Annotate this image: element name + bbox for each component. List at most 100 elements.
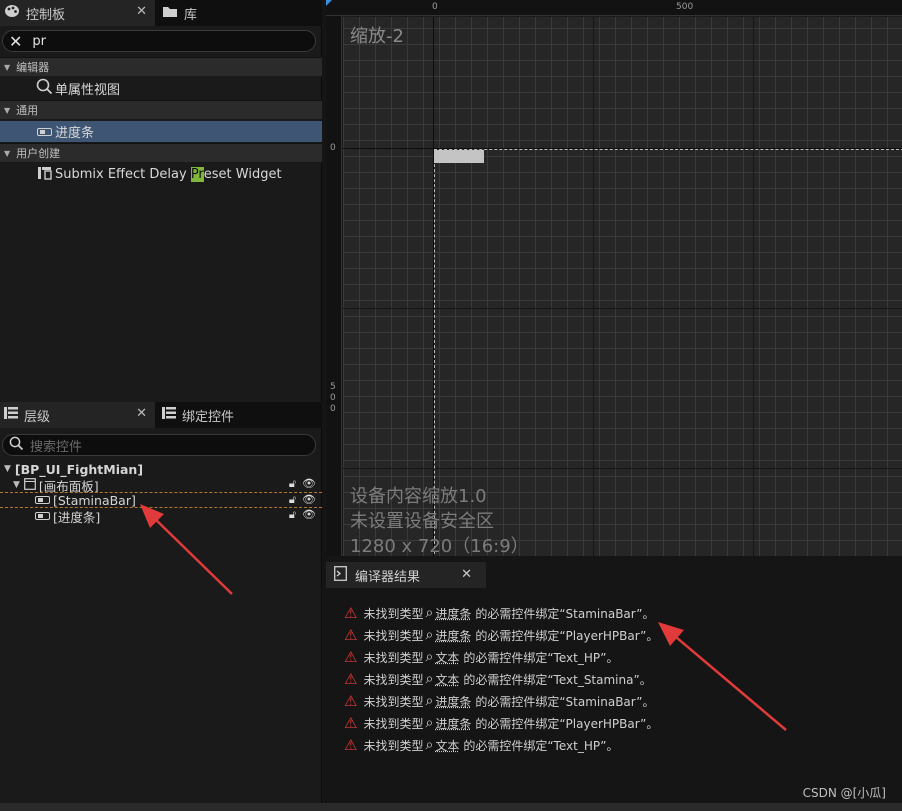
tab-palette[interactable]: 控制板 ✕	[0, 0, 155, 26]
tab-hierarchy[interactable]: 层级 ✕	[0, 402, 155, 428]
expand-triangle-icon[interactable]: ▼	[4, 149, 10, 158]
message-suffix: 的必需控件绑定“StaminaBar”。	[475, 606, 655, 621]
type-link[interactable]: 进度条	[435, 627, 471, 644]
zoom-level: 缩放-2	[350, 26, 404, 47]
type-link[interactable]: 文本	[435, 671, 459, 688]
canvas-panel-icon	[24, 477, 36, 493]
ruler-tick-label: 500	[676, 2, 694, 12]
folder-icon	[162, 5, 178, 22]
search-icon[interactable]: ⌕	[425, 649, 433, 665]
message-suffix: 的必需控件绑定“Text_HP”。	[463, 738, 619, 753]
tree-item-label: [进度条]	[53, 509, 101, 525]
compiler-message[interactable]: ⚠ 未找到类型 ⌕ 文本 的必需控件绑定“Text_Stamina”。	[344, 668, 652, 690]
tab-hierarchy-label: 层级	[24, 409, 51, 425]
designer-canvas[interactable]: 0 500 0 5 0 0 缩放-2 设备内容缩放1.0 未设置设备安全区 12…	[326, 0, 902, 556]
palette-item-progress-bar[interactable]: 进度条	[0, 121, 322, 142]
eye-icon[interactable]: 👁︎	[302, 493, 316, 507]
search-icon[interactable]: ⌕	[425, 715, 433, 731]
type-link[interactable]: 文本	[435, 737, 459, 754]
message-suffix: 的必需控件绑定“PlayerHPBar”。	[475, 716, 659, 731]
message-suffix: 的必需控件绑定“StaminaBar”。	[475, 694, 655, 709]
type-link[interactable]: 文本	[435, 649, 459, 666]
close-icon[interactable]: ✕	[136, 4, 147, 19]
collapse-triangle-icon[interactable]: ▼	[4, 464, 11, 474]
magnifier-icon	[36, 78, 53, 99]
warning-icon: ⚠	[344, 714, 358, 732]
bind-widgets-icon	[162, 407, 176, 423]
close-icon[interactable]: ✕	[461, 567, 472, 582]
palette-item-submix-effect-delay-preset-widget[interactable]: Submix Effect Delay Pr eset Widget	[0, 164, 322, 185]
message-prefix: 未找到类型	[363, 694, 424, 709]
section-editor-label: 编辑器	[16, 61, 50, 74]
message-suffix: 的必需控件绑定“Text_Stamina”。	[463, 672, 652, 687]
palette-icon	[4, 4, 20, 22]
search-icon[interactable]: ⌕	[425, 671, 433, 687]
section-common[interactable]: ▼ 通用	[0, 100, 322, 119]
section-user-created[interactable]: ▼ 用户创建	[0, 143, 322, 162]
search-icon	[9, 436, 24, 454]
eye-icon[interactable]: 👁︎	[302, 508, 316, 522]
tab-compiler-results[interactable]: 编译器结果 ✕	[326, 562, 486, 588]
palette-item-label-pre: Submix Effect Delay	[55, 167, 191, 182]
hierarchy-search-input[interactable]: 搜索控件	[2, 434, 316, 456]
collapse-triangle-icon[interactable]: ▼	[13, 480, 20, 490]
section-common-label: 通用	[16, 104, 39, 117]
progress-bar-icon	[37, 127, 52, 136]
search-icon[interactable]: ⌕	[425, 605, 433, 621]
compiler-message[interactable]: ⚠ 未找到类型 ⌕ 进度条 的必需控件绑定“StaminaBar”。	[344, 602, 654, 624]
compiler-message[interactable]: ⚠ 未找到类型 ⌕ 进度条 的必需控件绑定“PlayerHPBar”。	[344, 712, 658, 734]
type-link[interactable]: 进度条	[435, 693, 471, 710]
message-prefix: 未找到类型	[363, 716, 424, 731]
palette-item-label: 单属性视图	[55, 83, 121, 98]
progress-bar-icon	[35, 496, 50, 504]
ruler-tick-label: 0	[330, 143, 336, 153]
palette-item-single-property-view[interactable]: 单属性视图	[0, 78, 322, 99]
type-link[interactable]: 进度条	[435, 715, 471, 732]
tab-library[interactable]: 库	[158, 0, 258, 26]
warning-icon: ⚠	[344, 736, 358, 754]
compiler-message[interactable]: ⚠ 未找到类型 ⌕ 进度条 的必需控件绑定“PlayerHPBar”。	[344, 624, 658, 646]
ruler-tick-label: 0	[330, 393, 336, 403]
tree-item-canvas-panel[interactable]: ▼ [画布面板] 🔓︎ 👁︎	[0, 477, 322, 494]
type-link[interactable]: 进度条	[435, 605, 471, 622]
expand-triangle-icon[interactable]: ▼	[4, 106, 10, 115]
stamina-bar-widget-preview[interactable]	[434, 150, 484, 163]
unlock-icon[interactable]: 🔓︎	[289, 477, 296, 491]
close-icon[interactable]: ✕	[136, 406, 147, 421]
tab-bind-widgets[interactable]: 绑定控件	[158, 402, 298, 428]
left-panel: 控制板 ✕ 库 ✕ pr ▼ 编辑器 单属性视图 ▼ 通用 进度条 ▼ 用户创建…	[0, 0, 322, 811]
unlock-icon[interactable]: 🔓︎	[289, 493, 296, 507]
message-prefix: 未找到类型	[363, 738, 424, 753]
expand-triangle-icon[interactable]: ▼	[4, 63, 10, 72]
device-resolution: 1280 x 720（16:9）	[350, 536, 529, 556]
search-icon[interactable]: ⌕	[425, 627, 433, 643]
unlock-icon[interactable]: 🔓︎	[289, 508, 296, 522]
tree-item-label: [BP_UI_FightMian]	[14, 461, 144, 477]
eye-icon[interactable]: 👁︎	[302, 477, 316, 491]
bottom-status-strip	[0, 803, 902, 811]
message-suffix: 的必需控件绑定“PlayerHPBar”。	[475, 628, 659, 643]
compiler-message[interactable]: ⚠ 未找到类型 ⌕ 文本 的必需控件绑定“Text_HP”。	[344, 734, 619, 756]
compiler-message[interactable]: ⚠ 未找到类型 ⌕ 进度条 的必需控件绑定“StaminaBar”。	[344, 690, 654, 712]
palette-search-input[interactable]: ✕ pr	[2, 30, 316, 52]
clear-search-icon[interactable]: ✕	[9, 32, 22, 51]
search-icon[interactable]: ⌕	[425, 737, 433, 753]
warning-icon: ⚠	[344, 626, 358, 644]
ruler-tick-label: 0	[432, 2, 438, 12]
section-editor[interactable]: ▼ 编辑器	[0, 57, 322, 76]
grid	[343, 17, 902, 556]
visibility-controls: 🔓︎ 👁︎	[289, 493, 316, 507]
canvas-bound-top	[434, 149, 902, 150]
hierarchy-search-placeholder: 搜索控件	[30, 439, 83, 455]
compiler-message[interactable]: ⚠ 未找到类型 ⌕ 文本 的必需控件绑定“Text_HP”。	[344, 646, 619, 668]
warning-icon: ⚠	[344, 604, 358, 622]
palette-item-label: 进度条	[55, 126, 95, 141]
ruler-tick-label: 5	[330, 382, 336, 392]
device-safe-zone: 未设置设备安全区	[350, 511, 494, 532]
annotation-arrow	[658, 622, 787, 731]
major-h-line	[343, 308, 902, 309]
visibility-controls: 🔓︎ 👁︎	[289, 508, 316, 522]
tree-item-label: [StaminaBar]	[53, 492, 136, 508]
compiler-icon	[334, 565, 347, 585]
search-icon[interactable]: ⌕	[425, 693, 433, 709]
